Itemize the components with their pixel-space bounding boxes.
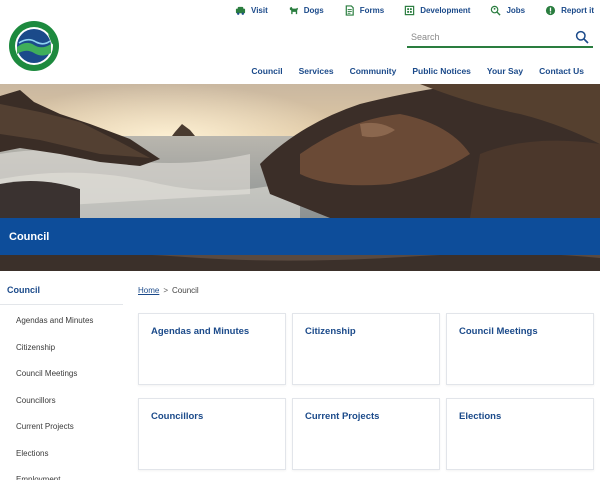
nav-contact-us[interactable]: Contact Us bbox=[539, 66, 584, 76]
search-bar bbox=[407, 28, 593, 48]
utility-link-forms[interactable]: Forms bbox=[344, 4, 385, 16]
card-council-meetings[interactable]: Council Meetings bbox=[446, 313, 594, 385]
utility-link-dogs[interactable]: Dogs bbox=[288, 5, 324, 16]
search-icon[interactable] bbox=[575, 30, 589, 44]
report-icon bbox=[546, 5, 556, 15]
utility-link-label: Report it bbox=[561, 5, 594, 15]
car-icon bbox=[235, 6, 246, 15]
sidebar-item-council-meetings[interactable]: Council Meetings bbox=[0, 361, 125, 388]
sidebar-navigation: Council Agendas and Minutes Citizenship … bbox=[0, 271, 125, 480]
nav-community[interactable]: Community bbox=[350, 66, 397, 76]
sidebar-item-employment[interactable]: Employment bbox=[0, 467, 125, 480]
dog-icon bbox=[289, 6, 298, 14]
utility-bar: Visit Dogs Forms Development Jobs Report… bbox=[215, 0, 600, 20]
nav-council[interactable]: Council bbox=[251, 66, 282, 76]
form-icon bbox=[345, 4, 354, 16]
building-icon bbox=[404, 5, 415, 15]
card-agendas-and-minutes[interactable]: Agendas and Minutes bbox=[138, 313, 286, 385]
utility-link-label: Forms bbox=[359, 5, 385, 15]
card-title: Agendas and Minutes bbox=[151, 326, 250, 337]
utility-link-label: Jobs bbox=[506, 5, 526, 15]
council-logo[interactable] bbox=[8, 20, 60, 72]
card-councillors[interactable]: Councillors bbox=[138, 398, 286, 470]
utility-link-label: Dogs bbox=[303, 5, 324, 15]
search-input[interactable] bbox=[407, 32, 567, 42]
sidebar-title[interactable]: Council bbox=[0, 271, 123, 305]
card-current-projects[interactable]: Current Projects bbox=[292, 398, 440, 470]
hero-banner: Council bbox=[0, 84, 600, 271]
breadcrumb-separator-icon: > bbox=[163, 286, 169, 295]
magnifier-person-icon bbox=[491, 5, 502, 16]
nav-services[interactable]: Services bbox=[299, 66, 334, 76]
utility-link-jobs[interactable]: Jobs bbox=[490, 5, 525, 16]
nav-public-notices[interactable]: Public Notices bbox=[412, 66, 471, 76]
sidebar-item-agendas-and-minutes[interactable]: Agendas and Minutes bbox=[0, 308, 125, 335]
card-title: Council Meetings bbox=[459, 326, 538, 337]
section-cards: Agendas and Minutes Citizenship Council … bbox=[138, 313, 594, 470]
page-title-band: Council bbox=[0, 218, 600, 255]
main-navigation: Council Services Community Public Notice… bbox=[235, 66, 584, 76]
card-title: Elections bbox=[459, 411, 502, 422]
nav-your-say[interactable]: Your Say bbox=[487, 66, 523, 76]
utility-link-development[interactable]: Development bbox=[404, 5, 470, 16]
card-elections[interactable]: Elections bbox=[446, 398, 594, 470]
sidebar-item-councillors[interactable]: Councillors bbox=[0, 388, 125, 415]
card-title: Current Projects bbox=[305, 411, 380, 422]
breadcrumb-current: Council bbox=[172, 286, 199, 295]
card-title: Councillors bbox=[151, 411, 204, 422]
utility-link-visit[interactable]: Visit bbox=[235, 5, 268, 16]
utility-link-label: Visit bbox=[251, 5, 268, 15]
breadcrumb: Home > Council bbox=[138, 286, 199, 295]
utility-link-report-it[interactable]: Report it bbox=[545, 5, 594, 16]
sidebar-item-citizenship[interactable]: Citizenship bbox=[0, 335, 125, 362]
sidebar-item-elections[interactable]: Elections bbox=[0, 441, 125, 468]
card-citizenship[interactable]: Citizenship bbox=[292, 313, 440, 385]
sidebar-item-current-projects[interactable]: Current Projects bbox=[0, 414, 125, 441]
card-title: Citizenship bbox=[305, 326, 356, 337]
page-title: Council bbox=[9, 230, 50, 243]
utility-link-label: Development bbox=[420, 5, 471, 15]
breadcrumb-home-link[interactable]: Home bbox=[138, 286, 159, 295]
